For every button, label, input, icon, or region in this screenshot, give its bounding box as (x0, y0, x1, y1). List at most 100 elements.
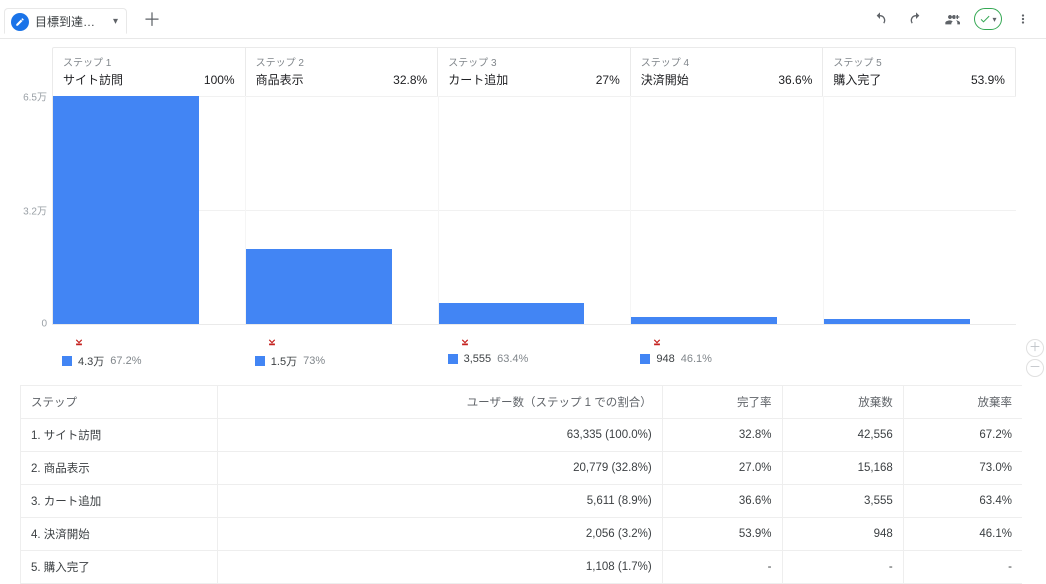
series-color-swatch (255, 356, 265, 366)
cell-completion: - (662, 551, 782, 584)
table-row[interactable]: 2. 商品表示20,779 (32.8%)27.0%15,16873.0% (21, 452, 1023, 485)
funnel-step-header[interactable]: ステップ 5購入完了53.9% (823, 48, 1015, 96)
cell-abandon-pct: 63.4% (903, 485, 1022, 518)
zoom-out-button[interactable]: － (1026, 359, 1044, 377)
funnel-bar[interactable] (439, 303, 585, 324)
cell-abandon-pct: 67.2% (903, 419, 1022, 452)
top-toolbar: 目標到達プロ… ▾ ＋ ▾ (0, 0, 1046, 39)
funnel-dropoff-cell: 4.3万 67.2% (52, 325, 245, 381)
chevron-down-icon: ▾ (992, 15, 996, 24)
funnel-bar-cell (631, 96, 824, 324)
col-completion[interactable]: 完了率 (662, 386, 782, 419)
funnel-dropoff-cell: 948 46.1% (630, 325, 823, 381)
dropoff-pct: 46.1% (681, 353, 712, 365)
funnel-dropoff-cell: 1.5万 73% (245, 325, 438, 381)
step-number: ステップ 5 (833, 54, 1005, 69)
share-button[interactable] (938, 7, 966, 31)
dropoff-pct: 67.2% (110, 355, 141, 367)
redo-button[interactable] (902, 7, 930, 31)
step-conversion-pct: 36.6% (778, 73, 812, 87)
report-tab[interactable]: 目標到達プロ… ▾ (4, 8, 127, 34)
dropoff-count: 1.5万 (271, 353, 297, 369)
col-users[interactable]: ユーザー数（ステップ 1 での割合） (218, 386, 663, 419)
step-number: ステップ 4 (641, 54, 813, 69)
dropoff-count: 4.3万 (78, 353, 104, 369)
dropoff-arrow-icon (72, 331, 86, 349)
add-tab-button[interactable]: ＋ (135, 6, 169, 32)
funnel-dropoff-cell (823, 325, 1016, 381)
more-menu-button[interactable] (1010, 8, 1036, 30)
funnel-steps-header: ステップ 1サイト訪問100%ステップ 2商品表示32.8%ステップ 3カート追… (52, 47, 1016, 96)
dropoff-arrow-icon (650, 331, 664, 349)
step-name: サイト訪問 (63, 71, 123, 88)
step-number: ステップ 1 (63, 54, 235, 69)
edit-icon (11, 13, 29, 31)
cell-abandon-cnt: 15,168 (782, 452, 903, 485)
y-axis-tick: 3.2万 (15, 203, 47, 218)
cell-abandon-cnt: 42,556 (782, 419, 903, 452)
col-step[interactable]: ステップ (21, 386, 218, 419)
step-conversion-pct: 100% (204, 73, 235, 87)
cell-abandon-cnt: 3,555 (782, 485, 903, 518)
step-name: 商品表示 (256, 71, 304, 88)
table-body: 1. サイト訪問63,335 (100.0%)32.8%42,55667.2%2… (21, 419, 1023, 584)
dropoff-pct: 73% (303, 355, 325, 367)
dropoff-arrow-icon (265, 331, 279, 349)
funnel-step-header[interactable]: ステップ 3カート追加27% (438, 48, 631, 96)
cell-users: 1,108 (1.7%) (218, 551, 663, 584)
cell-abandon-pct: - (903, 551, 1022, 584)
funnel-step-header[interactable]: ステップ 2 商品表示 32.8% (246, 48, 439, 96)
cell-abandon-pct: 73.0% (903, 452, 1022, 485)
cell-completion: 36.6% (662, 485, 782, 518)
y-axis-tick: 6.5万 (15, 89, 47, 104)
funnel-step-header[interactable]: ステップ 1 サイト訪問 100% (53, 48, 246, 96)
table-header-row: ステップ ユーザー数（ステップ 1 での割合） 完了率 放棄数 放棄率 (21, 386, 1023, 419)
table-row[interactable]: 3. カート追加5,611 (8.9%)36.6%3,55563.4% (21, 485, 1023, 518)
cell-step: 2. 商品表示 (21, 452, 218, 485)
series-color-swatch (640, 354, 650, 364)
funnel-bar-cell (53, 96, 246, 324)
step-name: 決済開始 (641, 71, 689, 88)
zoom-in-button[interactable]: ＋ (1026, 339, 1044, 357)
funnel-step-header[interactable]: ステップ 4 決済開始 36.6% (631, 48, 824, 96)
series-color-swatch (448, 354, 458, 364)
funnel-bar[interactable] (53, 96, 199, 324)
zoom-controls: ＋ － (1026, 339, 1044, 377)
table-row[interactable]: 1. サイト訪問63,335 (100.0%)32.8%42,55667.2% (21, 419, 1023, 452)
funnel-chart: ステップ 1サイト訪問100%ステップ 2商品表示32.8%ステップ 3カート追… (0, 39, 1046, 381)
funnel-dropoff-cell: 3,555 63.4% (438, 325, 631, 381)
funnel-bar-cell (246, 96, 439, 324)
step-name: カート追加 (448, 71, 508, 88)
cell-completion: 27.0% (662, 452, 782, 485)
dropoff-pct: 63.4% (497, 353, 528, 365)
step-conversion-pct: 27% (596, 73, 620, 87)
cell-step: 1. サイト訪問 (21, 419, 218, 452)
cell-completion: 32.8% (662, 419, 782, 452)
dropoff-count: 3,555 (464, 353, 492, 365)
cell-users: 63,335 (100.0%) (218, 419, 663, 452)
report-tab-label: 目標到達プロ… (35, 13, 105, 30)
step-number: ステップ 2 (256, 54, 428, 69)
funnel-bar[interactable] (246, 249, 392, 324)
chevron-down-icon: ▾ (113, 16, 118, 27)
dropoff-arrow-icon (458, 331, 472, 349)
funnel-bar[interactable] (824, 319, 970, 324)
funnel-bar-cell (439, 96, 632, 324)
funnel-dropoff-row: 4.3万 67.2% 1.5万 73% 3,555 63.4% 948 46.1% (52, 325, 1016, 381)
cell-users: 5,611 (8.9%) (218, 485, 663, 518)
dropoff-count: 948 (656, 353, 674, 365)
status-ok-button[interactable]: ▾ (974, 8, 1002, 30)
step-conversion-pct: 53.9% (971, 73, 1005, 87)
cell-users: 20,779 (32.8%) (218, 452, 663, 485)
col-abandon-pct[interactable]: 放棄率 (903, 386, 1022, 419)
col-abandon-cnt[interactable]: 放棄数 (782, 386, 903, 419)
funnel-plot: 6.5万 3.2万 0 (52, 96, 1016, 325)
funnel-bar[interactable] (631, 317, 777, 324)
step-conversion-pct: 32.8% (393, 73, 427, 87)
cell-abandon-cnt: - (782, 551, 903, 584)
cell-step: 3. カート追加 (21, 485, 218, 518)
cell-step: 5. 購入完了 (21, 551, 218, 584)
table-row[interactable]: 5. 購入完了1,108 (1.7%)--- (21, 551, 1023, 584)
undo-button[interactable] (866, 7, 894, 31)
funnel-bar-cell (824, 96, 1016, 324)
